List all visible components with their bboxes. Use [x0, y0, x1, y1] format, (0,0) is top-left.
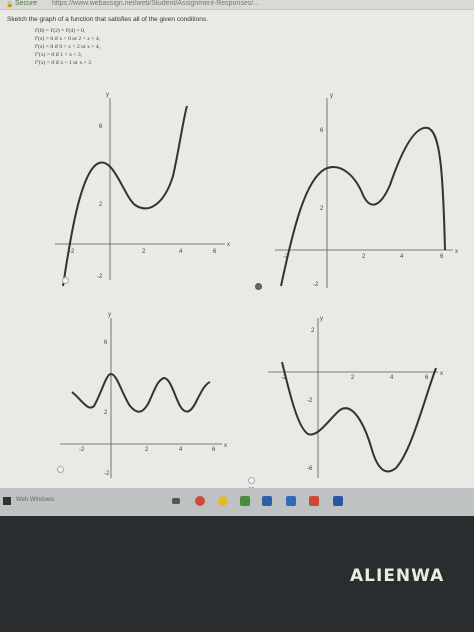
tick-label: 6	[104, 340, 108, 346]
graph-curve	[280, 126, 446, 287]
app-icon[interactable]	[218, 496, 228, 506]
secure-label: Secure	[15, 0, 38, 7]
y-axis-label: y	[108, 312, 111, 318]
tick-label: 4	[179, 447, 183, 453]
browser-screen: 🔒 Secure https://www.webassign.net/web/S…	[0, 0, 474, 505]
tick-label: 2	[99, 202, 103, 208]
cloud-app-icon[interactable]	[286, 496, 296, 506]
tick-label: -2	[79, 447, 85, 453]
word-icon[interactable]	[333, 496, 343, 506]
windows-taskbar	[0, 488, 474, 516]
condition-line: f''(x) > 0 if 1 < x < 3,	[35, 52, 83, 58]
task-view-icon[interactable]	[172, 498, 180, 504]
tick-label: -2	[307, 398, 313, 404]
graph-option-a[interactable]: x y 6 2 -2 2 4 6 -2	[55, 90, 235, 290]
condition-line: f'(0) = f'(2) = f'(4) = 0,	[35, 28, 86, 34]
spreadsheet-icon[interactable]	[240, 496, 250, 506]
tick-label: -2	[97, 274, 103, 280]
x-axis-label: x	[227, 242, 230, 248]
checkmark-app-icon[interactable]	[262, 496, 272, 506]
tick-label: 2	[104, 410, 108, 416]
graph-curve	[281, 361, 437, 473]
address-bar[interactable]: 🔒 Secure https://www.webassign.net/web/S…	[0, 0, 474, 10]
y-axis-label: y	[330, 93, 333, 99]
radio-option-b[interactable]	[255, 283, 262, 290]
graph-curve	[71, 372, 211, 413]
tick-label: 2	[362, 254, 366, 260]
tick-label: 2	[351, 375, 355, 381]
radio-option-c[interactable]	[57, 466, 64, 473]
radio-option-a[interactable]	[62, 277, 69, 284]
graph-option-d[interactable]: x y 2 -2 -6 -2 2 4 6	[268, 310, 458, 480]
tick-label: 2	[320, 206, 324, 212]
condition-line: f'(x) < 0 if 0 < x < 2 or x > 4,	[35, 44, 101, 50]
tick-label: 6	[320, 128, 324, 134]
y-axis-label: y	[320, 316, 323, 322]
x-axis-label: x	[224, 443, 227, 449]
x-axis-label: x	[440, 371, 443, 377]
tick-label: 6	[99, 124, 103, 130]
x-axis-label: x	[455, 249, 458, 255]
tick-label: -2	[313, 282, 319, 288]
condition-line: f'(x) > 0 if x < 0 or 2 < x < 4,	[35, 36, 101, 42]
tick-label: -2	[104, 471, 110, 477]
problem-prompt: Sketch the graph of a function that sati…	[7, 16, 208, 23]
graph-option-c[interactable]: x y 6 2 -2 2 4 6 -2	[60, 310, 240, 480]
chrome-icon[interactable]	[195, 496, 205, 506]
tick-label: 2	[145, 447, 149, 453]
windows-start-icon[interactable]	[3, 497, 11, 505]
tick-label: 4	[390, 375, 394, 381]
tick-label: 6	[440, 254, 444, 260]
tick-label: 2	[311, 328, 315, 334]
lock-icon: 🔒	[6, 2, 14, 8]
taskbar-search-input[interactable]: Web Windows	[16, 497, 54, 503]
pdf-icon[interactable]	[309, 496, 319, 506]
conditions-list: f'(0) = f'(2) = f'(4) = 0, f'(x) > 0 if …	[35, 27, 100, 67]
graph-option-b[interactable]: x y 6 2 -2 2 4 6 -2	[275, 90, 465, 290]
tick-label: 6	[212, 447, 216, 453]
condition-line: f''(x) < 0 if x < 1 or x > 3	[35, 60, 91, 66]
tick-label: 6	[425, 375, 429, 381]
radio-option-d[interactable]	[248, 477, 255, 484]
url-text[interactable]: https://www.webassign.net/web/Student/As…	[52, 0, 259, 7]
alienware-logo: ALIENWA	[350, 566, 445, 586]
tick-label: -6	[307, 466, 313, 472]
tick-label: 2	[142, 249, 146, 255]
graph-curve	[62, 105, 188, 287]
tick-label: 4	[179, 249, 183, 255]
tick-label: 4	[400, 254, 404, 260]
y-axis-label: y	[106, 92, 109, 98]
tick-label: -2	[69, 249, 75, 255]
tick-label: 6	[213, 249, 217, 255]
